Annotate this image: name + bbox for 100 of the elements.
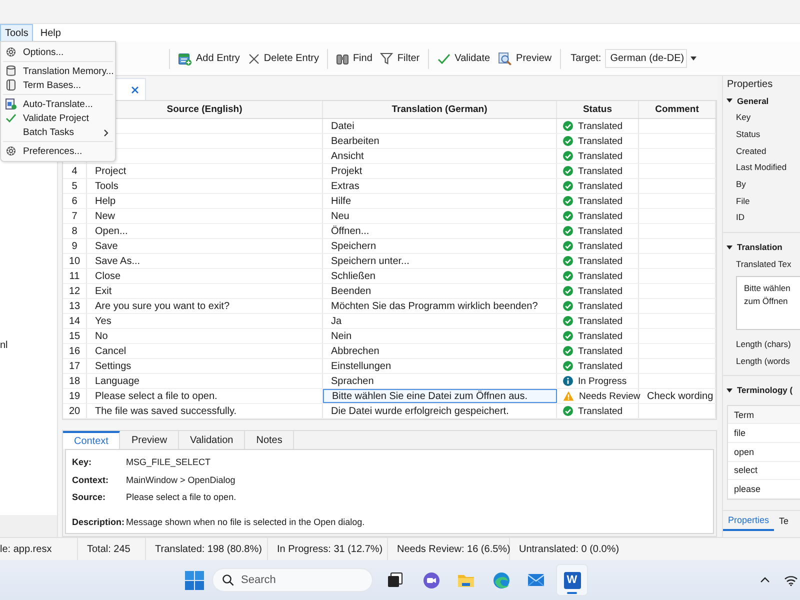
chat-icon bbox=[422, 572, 440, 588]
menu-item[interactable]: Translation Memory... bbox=[1, 64, 115, 78]
menu-item[interactable]: Batch Tasks bbox=[1, 125, 115, 139]
table-cell: Ja bbox=[323, 314, 557, 328]
table-cell: Speichern unter... bbox=[323, 254, 557, 268]
check-circle-icon bbox=[563, 301, 573, 311]
table-cell: Cancel bbox=[87, 344, 323, 358]
toolbar-button[interactable]: Preview bbox=[494, 48, 556, 68]
column-header: Comment bbox=[639, 101, 716, 118]
tab[interactable]: Properties bbox=[723, 511, 774, 531]
menu-item[interactable]: Auto-Translate... bbox=[1, 97, 115, 111]
check-circle-icon bbox=[563, 136, 573, 146]
translated-text-field[interactable]: Bitte wählen zum Öffnen bbox=[736, 276, 800, 330]
windows-logo-icon bbox=[185, 570, 204, 590]
menu-item[interactable]: Options... bbox=[1, 45, 115, 59]
table-cell: Exit bbox=[87, 284, 323, 298]
property-label: Last Modified bbox=[735, 161, 788, 174]
database-icon bbox=[6, 65, 16, 77]
settings-icon bbox=[5, 46, 17, 58]
status-cell: Translated bbox=[557, 194, 639, 208]
filter-icon bbox=[380, 52, 394, 65]
tab[interactable]: Te bbox=[774, 511, 794, 531]
menu-item[interactable]: Term Bases... bbox=[1, 78, 115, 92]
table-cell: Bearbeiten bbox=[323, 134, 557, 148]
table-cell: Speichern bbox=[323, 239, 557, 253]
checkmark-icon bbox=[436, 52, 451, 64]
chevron-up-icon bbox=[760, 577, 770, 583]
mail-icon bbox=[527, 573, 545, 587]
group-header[interactable]: Terminology ( bbox=[737, 385, 793, 396]
table-cell: Ansicht bbox=[323, 149, 557, 163]
binoculars-icon bbox=[336, 52, 349, 65]
table-cell: Projekt bbox=[323, 164, 557, 178]
status-cell: Translated bbox=[557, 359, 639, 373]
delete-icon bbox=[248, 52, 260, 64]
table-cell: Extras bbox=[323, 179, 557, 193]
row-number: 14 bbox=[63, 314, 87, 328]
group-header[interactable]: Translation bbox=[737, 242, 782, 252]
menu-item[interactable]: Help bbox=[35, 24, 66, 42]
wifi-icon bbox=[784, 574, 798, 586]
status-cell: Translated bbox=[557, 284, 639, 298]
row-number: 18 bbox=[63, 374, 87, 388]
property-label: File bbox=[735, 194, 751, 208]
table-cell: Öffnen... bbox=[323, 224, 557, 238]
check-circle-icon bbox=[563, 331, 573, 341]
table-cell: Abbrechen bbox=[323, 344, 557, 358]
property-label: Length (words bbox=[735, 354, 791, 368]
table-cell: please bbox=[728, 480, 800, 499]
row-number: 9 bbox=[63, 239, 87, 253]
menu-item[interactable]: Preferences... bbox=[1, 144, 115, 158]
menu-item[interactable]: Tools bbox=[0, 24, 34, 42]
check-circle-icon bbox=[563, 316, 573, 326]
check-circle-icon bbox=[563, 211, 573, 221]
status-cell: Translated bbox=[557, 119, 639, 133]
toolbar-button[interactable]: Find bbox=[332, 49, 376, 68]
status-cell: Translated bbox=[557, 164, 639, 178]
task-view-icon bbox=[387, 572, 403, 588]
table-cell: Neu bbox=[323, 209, 557, 223]
field-value: MSG_FILE_SELECT bbox=[126, 457, 211, 468]
table-cell: The file was saved successfully. bbox=[87, 404, 323, 418]
property-label: Length (chars) bbox=[735, 338, 792, 351]
magnifier-icon bbox=[498, 52, 512, 66]
browser-icon bbox=[492, 572, 510, 588]
status-cell: Translated bbox=[557, 149, 639, 163]
check-circle-icon bbox=[563, 226, 573, 236]
property-label: Key bbox=[735, 111, 752, 124]
status-cell: Translated bbox=[557, 404, 639, 418]
table-cell: New bbox=[87, 209, 323, 223]
check-circle-icon bbox=[563, 196, 573, 206]
table-cell: open bbox=[728, 443, 800, 462]
table-cell: Close bbox=[87, 269, 323, 283]
property-label: Created bbox=[735, 144, 768, 158]
toolbar-button[interactable]: Delete Entry bbox=[244, 50, 323, 68]
table-cell: No bbox=[87, 329, 323, 343]
row-number: 17 bbox=[63, 359, 87, 373]
group-header[interactable]: General bbox=[737, 96, 769, 106]
add-entry-icon bbox=[178, 52, 192, 66]
taskbar-app[interactable]: W bbox=[556, 564, 588, 596]
table-cell: Beenden bbox=[323, 284, 557, 298]
warning-icon bbox=[563, 391, 574, 401]
table-cell: Project bbox=[87, 164, 323, 178]
table-cell[interactable]: Bitte wählen Sie eine Datei zum Öffnen aus. bbox=[323, 389, 557, 403]
tab[interactable]: Context bbox=[63, 431, 120, 449]
check-circle-icon bbox=[563, 181, 573, 191]
row-number: 4 bbox=[63, 164, 87, 178]
row-number: 7 bbox=[63, 209, 87, 223]
toolbar-button[interactable]: Add Entry bbox=[174, 48, 244, 68]
checkmark-icon bbox=[5, 112, 17, 124]
status-cell: Translated bbox=[557, 239, 639, 253]
status-cell: Translated bbox=[557, 344, 639, 358]
check-circle-icon bbox=[563, 361, 573, 371]
status-cell: In Progress bbox=[557, 374, 639, 388]
document-app-icon: W bbox=[564, 572, 580, 588]
column-header: Status bbox=[557, 101, 639, 118]
toolbar-button[interactable]: Filter bbox=[376, 49, 424, 68]
status-cell: Translated bbox=[557, 329, 639, 343]
document-icon bbox=[5, 98, 17, 110]
table-cell: Die Datei wurde erfolgreich gespeichert. bbox=[323, 404, 557, 418]
search-field[interactable]: Search bbox=[212, 568, 373, 592]
toolbar-button[interactable]: Validate bbox=[432, 50, 494, 68]
status-cell: Translated bbox=[557, 224, 639, 238]
